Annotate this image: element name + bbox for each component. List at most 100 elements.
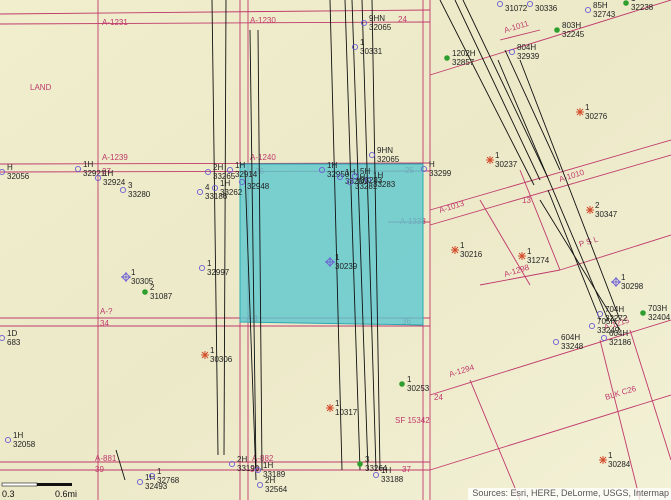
well-number: 32058 <box>13 440 36 449</box>
dry-hole-icon <box>451 246 459 254</box>
survey-label-sf15342: SF 15342 <box>395 416 430 425</box>
producing-well-icon <box>640 310 646 316</box>
well-label: 1 <box>608 451 613 460</box>
well-number: 31072 <box>505 4 528 13</box>
survey-label-24b: 24 <box>434 393 443 402</box>
well-label: 9HN <box>377 146 393 155</box>
well-label: 1H <box>103 169 113 178</box>
survey-label-a1239: A-1239 <box>102 153 128 162</box>
well-number: 33186 <box>205 192 228 201</box>
well-number: 31087 <box>150 292 173 301</box>
well-number: 32186 <box>609 338 632 347</box>
well-number: 32948 <box>247 182 270 191</box>
well-label: 1H <box>83 160 93 169</box>
dry-hole-icon <box>576 108 584 116</box>
well-number: 30331 <box>360 47 383 56</box>
producing-well-icon <box>623 0 629 6</box>
well-label: 5H <box>360 167 370 176</box>
survey-label-34: 34 <box>100 319 109 328</box>
well-number: 30284 <box>608 460 631 469</box>
producing-well-icon <box>554 27 560 33</box>
attribution: Sources: Esri, HERE, DeLorme, USGS, Inte… <box>468 488 671 500</box>
well-label: 703H <box>648 304 667 313</box>
well-label: 2H <box>265 476 275 485</box>
well-number: 30298 <box>621 282 644 291</box>
well-number: 32564 <box>265 485 288 494</box>
well-label: 1D <box>7 329 17 338</box>
well-label: 1H <box>381 466 391 475</box>
survey-label-24a: 24 <box>398 15 407 24</box>
dry-hole-icon <box>486 156 494 164</box>
well-number: 33249 <box>597 326 620 335</box>
well-label: 1H <box>13 431 23 440</box>
survey-label-a1230: A-1230 <box>250 16 276 25</box>
well-number: 32924 <box>103 178 126 187</box>
well-number: 32065 <box>369 23 392 32</box>
well-number: 32238 <box>631 3 654 12</box>
well-label: 1H <box>345 168 355 177</box>
well-number: 33280 <box>128 190 151 199</box>
well-label: 2 <box>150 283 155 292</box>
well-number: 32997 <box>207 268 230 277</box>
well-number: 31274 <box>527 256 550 265</box>
well-label: 1202H <box>452 49 476 58</box>
well-label: 2H <box>213 163 223 172</box>
well-number: 32743 <box>593 10 616 19</box>
well-label: 1 <box>207 259 212 268</box>
well-label: 1 <box>460 241 465 250</box>
map-svg: A-1231 A-1230 24 A-1239 A-1240 27 26 25 … <box>0 0 671 500</box>
map-canvas[interactable]: A-1231 A-1230 24 A-1239 A-1240 27 26 25 … <box>0 0 671 500</box>
well-number: 32768 <box>157 476 180 485</box>
well-label: 9HN <box>369 14 385 23</box>
well-label: 1 <box>360 38 365 47</box>
well-label: 1 <box>621 273 626 282</box>
well-label: 1 <box>335 253 340 262</box>
well-number: 33188 <box>381 475 404 484</box>
well-label: 1 <box>335 399 340 408</box>
well-number: 30276 <box>585 112 608 121</box>
well-label: 604H <box>561 333 580 342</box>
well-number: 32404 <box>648 313 671 322</box>
well-number: 30347 <box>595 210 618 219</box>
well-number: 30216 <box>460 250 483 259</box>
producing-well-icon <box>399 381 405 387</box>
survey-label-37: 37 <box>402 465 411 474</box>
dry-hole-icon <box>586 206 594 214</box>
producing-well-icon <box>357 461 363 467</box>
survey-label-13: 13 <box>522 196 531 205</box>
dry-hole-icon <box>201 351 209 359</box>
survey-label-a1240: A-1240 <box>250 153 276 162</box>
well-number: 32939 <box>517 52 540 61</box>
well-label: 1H <box>235 161 245 170</box>
well-number: 32857 <box>452 58 475 67</box>
dry-hole-icon <box>326 404 334 412</box>
well-label: 1 <box>407 375 412 384</box>
scale-label-right: 0.6mi <box>55 489 77 499</box>
well-number: 33299 <box>429 169 452 178</box>
well-label: 2H <box>237 455 247 464</box>
scale-label-left: 0.3 <box>2 489 15 499</box>
well-label: 1 <box>585 103 590 112</box>
well-number: 33283 <box>360 176 383 185</box>
well-number: 683 <box>7 338 21 347</box>
well-number: 32065 <box>377 155 400 164</box>
well-number: 32056 <box>7 172 30 181</box>
dry-hole-icon <box>518 252 526 260</box>
well-number: 30237 <box>495 160 518 169</box>
well-number: 30306 <box>210 355 233 364</box>
well-number: 10317 <box>335 408 358 417</box>
dry-hole-icon <box>599 456 607 464</box>
well-number: 32914 <box>235 170 258 179</box>
producing-well-icon <box>142 289 148 295</box>
survey-label-a881: A-881 <box>95 454 117 463</box>
well-label: 1H <box>220 179 230 188</box>
survey-label-39: 39 <box>95 465 104 474</box>
well-label: 804H <box>517 43 536 52</box>
well-label: 3 <box>128 181 133 190</box>
well-label: 1 <box>527 247 532 256</box>
well-label: 2 <box>595 201 600 210</box>
well-label: 1 <box>157 467 162 476</box>
survey-label-a-unknown: A-? <box>100 307 113 316</box>
survey-label-a1231: A-1231 <box>102 18 128 27</box>
well-label: 85H <box>593 1 608 10</box>
